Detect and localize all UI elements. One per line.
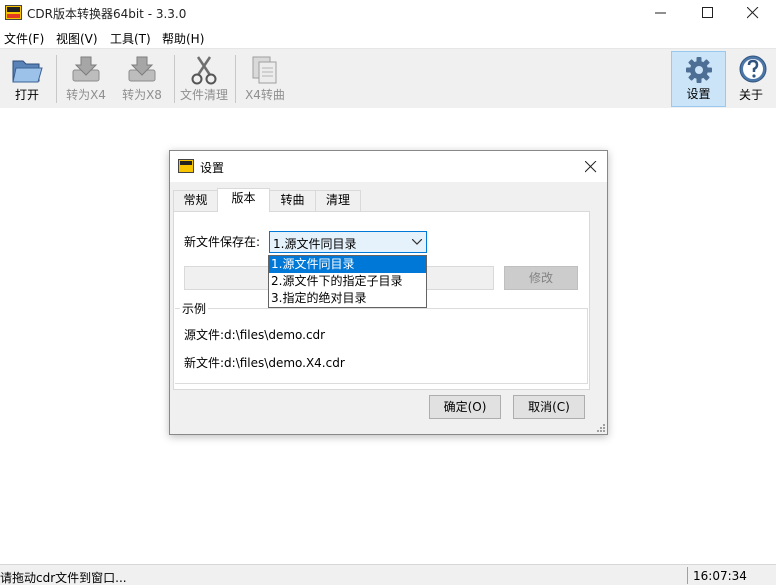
convert-x8-label: 转为X8 <box>122 88 162 102</box>
close-button[interactable] <box>730 0 776 26</box>
tab-curve[interactable]: 转曲 <box>269 190 316 211</box>
dropdown-option[interactable]: 1.源文件同目录 <box>269 256 426 273</box>
new-file-label: 新文件: <box>184 356 225 370</box>
maximize-button[interactable] <box>685 0 731 26</box>
scissors-icon <box>191 56 217 85</box>
minimize-button[interactable] <box>638 0 684 26</box>
status-message: 请拖动cdr文件到窗口... <box>0 571 127 585</box>
dialog-title: 设置 <box>200 161 225 175</box>
dialog-close-button[interactable] <box>581 157 601 177</box>
menu-help[interactable]: 帮助(H) <box>162 30 204 47</box>
menu-view[interactable]: 视图(V) <box>56 30 98 47</box>
dialog-title-bar: 设置 <box>170 151 607 182</box>
new-file-line: 新文件:d:\files\demo.X4.cdr <box>184 354 345 371</box>
convert-x8-button[interactable]: 转为X8 <box>115 51 169 107</box>
open-folder-icon <box>12 60 43 83</box>
close-icon <box>747 7 759 19</box>
app-logo-icon <box>178 159 194 173</box>
save-location-label: 新文件保存在: <box>184 235 261 249</box>
settings-button[interactable]: 设置 <box>671 51 726 107</box>
convert-x4-label: 转为X4 <box>66 88 106 102</box>
new-file-path: d:\files\demo.X4.cdr <box>224 356 345 370</box>
file-clean-label: 文件清理 <box>179 88 228 102</box>
example-group <box>175 308 588 384</box>
tab-cleanup[interactable]: 清理 <box>315 190 361 211</box>
ok-button[interactable]: 确定(O) <box>429 395 501 419</box>
status-time: 16:07:34 <box>693 569 747 583</box>
toolbar-separator <box>56 55 57 103</box>
dropdown-option[interactable]: 2.源文件下的指定子目录 <box>269 273 426 290</box>
source-file-line: 源文件:d:\files\demo.cdr <box>184 326 325 343</box>
menu-bar: 文件(F) 视图(V) 工具(T) 帮助(H) <box>0 26 776 48</box>
about-label: 关于 <box>738 88 763 102</box>
resize-grip-icon[interactable] <box>595 422 605 432</box>
menu-file[interactable]: 文件(F) <box>4 30 44 47</box>
toolbar-separator <box>235 55 236 103</box>
about-button[interactable]: 关于 <box>726 51 776 107</box>
minimize-icon <box>655 12 666 14</box>
document-copy-icon <box>252 56 277 84</box>
example-title: 示例 <box>180 300 209 317</box>
x4-curve-button[interactable]: X4转曲 <box>238 51 292 107</box>
status-separator <box>687 567 688 584</box>
source-file-path: d:\files\demo.cdr <box>224 328 326 342</box>
app-logo-icon <box>5 5 22 20</box>
gear-icon <box>686 57 712 83</box>
file-clean-button[interactable]: 文件清理 <box>177 51 231 107</box>
tab-general[interactable]: 常规 <box>173 190 218 211</box>
convert-arrow-icon <box>128 56 156 82</box>
modify-button[interactable]: 修改 <box>504 266 578 290</box>
settings-label: 设置 <box>686 87 711 101</box>
save-location-select[interactable]: 1.源文件同目录 <box>269 231 427 253</box>
toolbar-separator <box>174 55 175 103</box>
convert-arrow-icon <box>72 56 100 82</box>
chevron-down-icon <box>412 239 422 245</box>
tab-version[interactable]: 版本 <box>217 188 270 212</box>
toolbar: 打开 转为X4 转为X8 文件清理 X4转曲 设置 关于 <box>0 48 776 108</box>
maximize-icon <box>702 7 713 18</box>
source-file-label: 源文件: <box>184 328 225 342</box>
help-circle-icon <box>739 55 767 83</box>
status-bar: 请拖动cdr文件到窗口... 16:07:34 <box>0 564 776 585</box>
convert-x4-button[interactable]: 转为X4 <box>59 51 113 107</box>
open-button[interactable]: 打开 <box>0 51 54 107</box>
title-bar: CDR版本转换器64bit - 3.3.0 <box>0 0 776 26</box>
window-title: CDR版本转换器64bit - 3.3.0 <box>27 7 187 21</box>
close-icon <box>585 161 597 173</box>
menu-tools[interactable]: 工具(T) <box>110 30 151 47</box>
save-location-value: 1.源文件同目录 <box>273 237 357 251</box>
dropdown-option[interactable]: 3.指定的绝对目录 <box>269 290 426 307</box>
cancel-button[interactable]: 取消(C) <box>513 395 585 419</box>
open-label: 打开 <box>14 88 39 102</box>
save-location-dropdown: 1.源文件同目录 2.源文件下的指定子目录 3.指定的绝对目录 <box>268 255 427 308</box>
x4-curve-label: X4转曲 <box>245 88 285 102</box>
